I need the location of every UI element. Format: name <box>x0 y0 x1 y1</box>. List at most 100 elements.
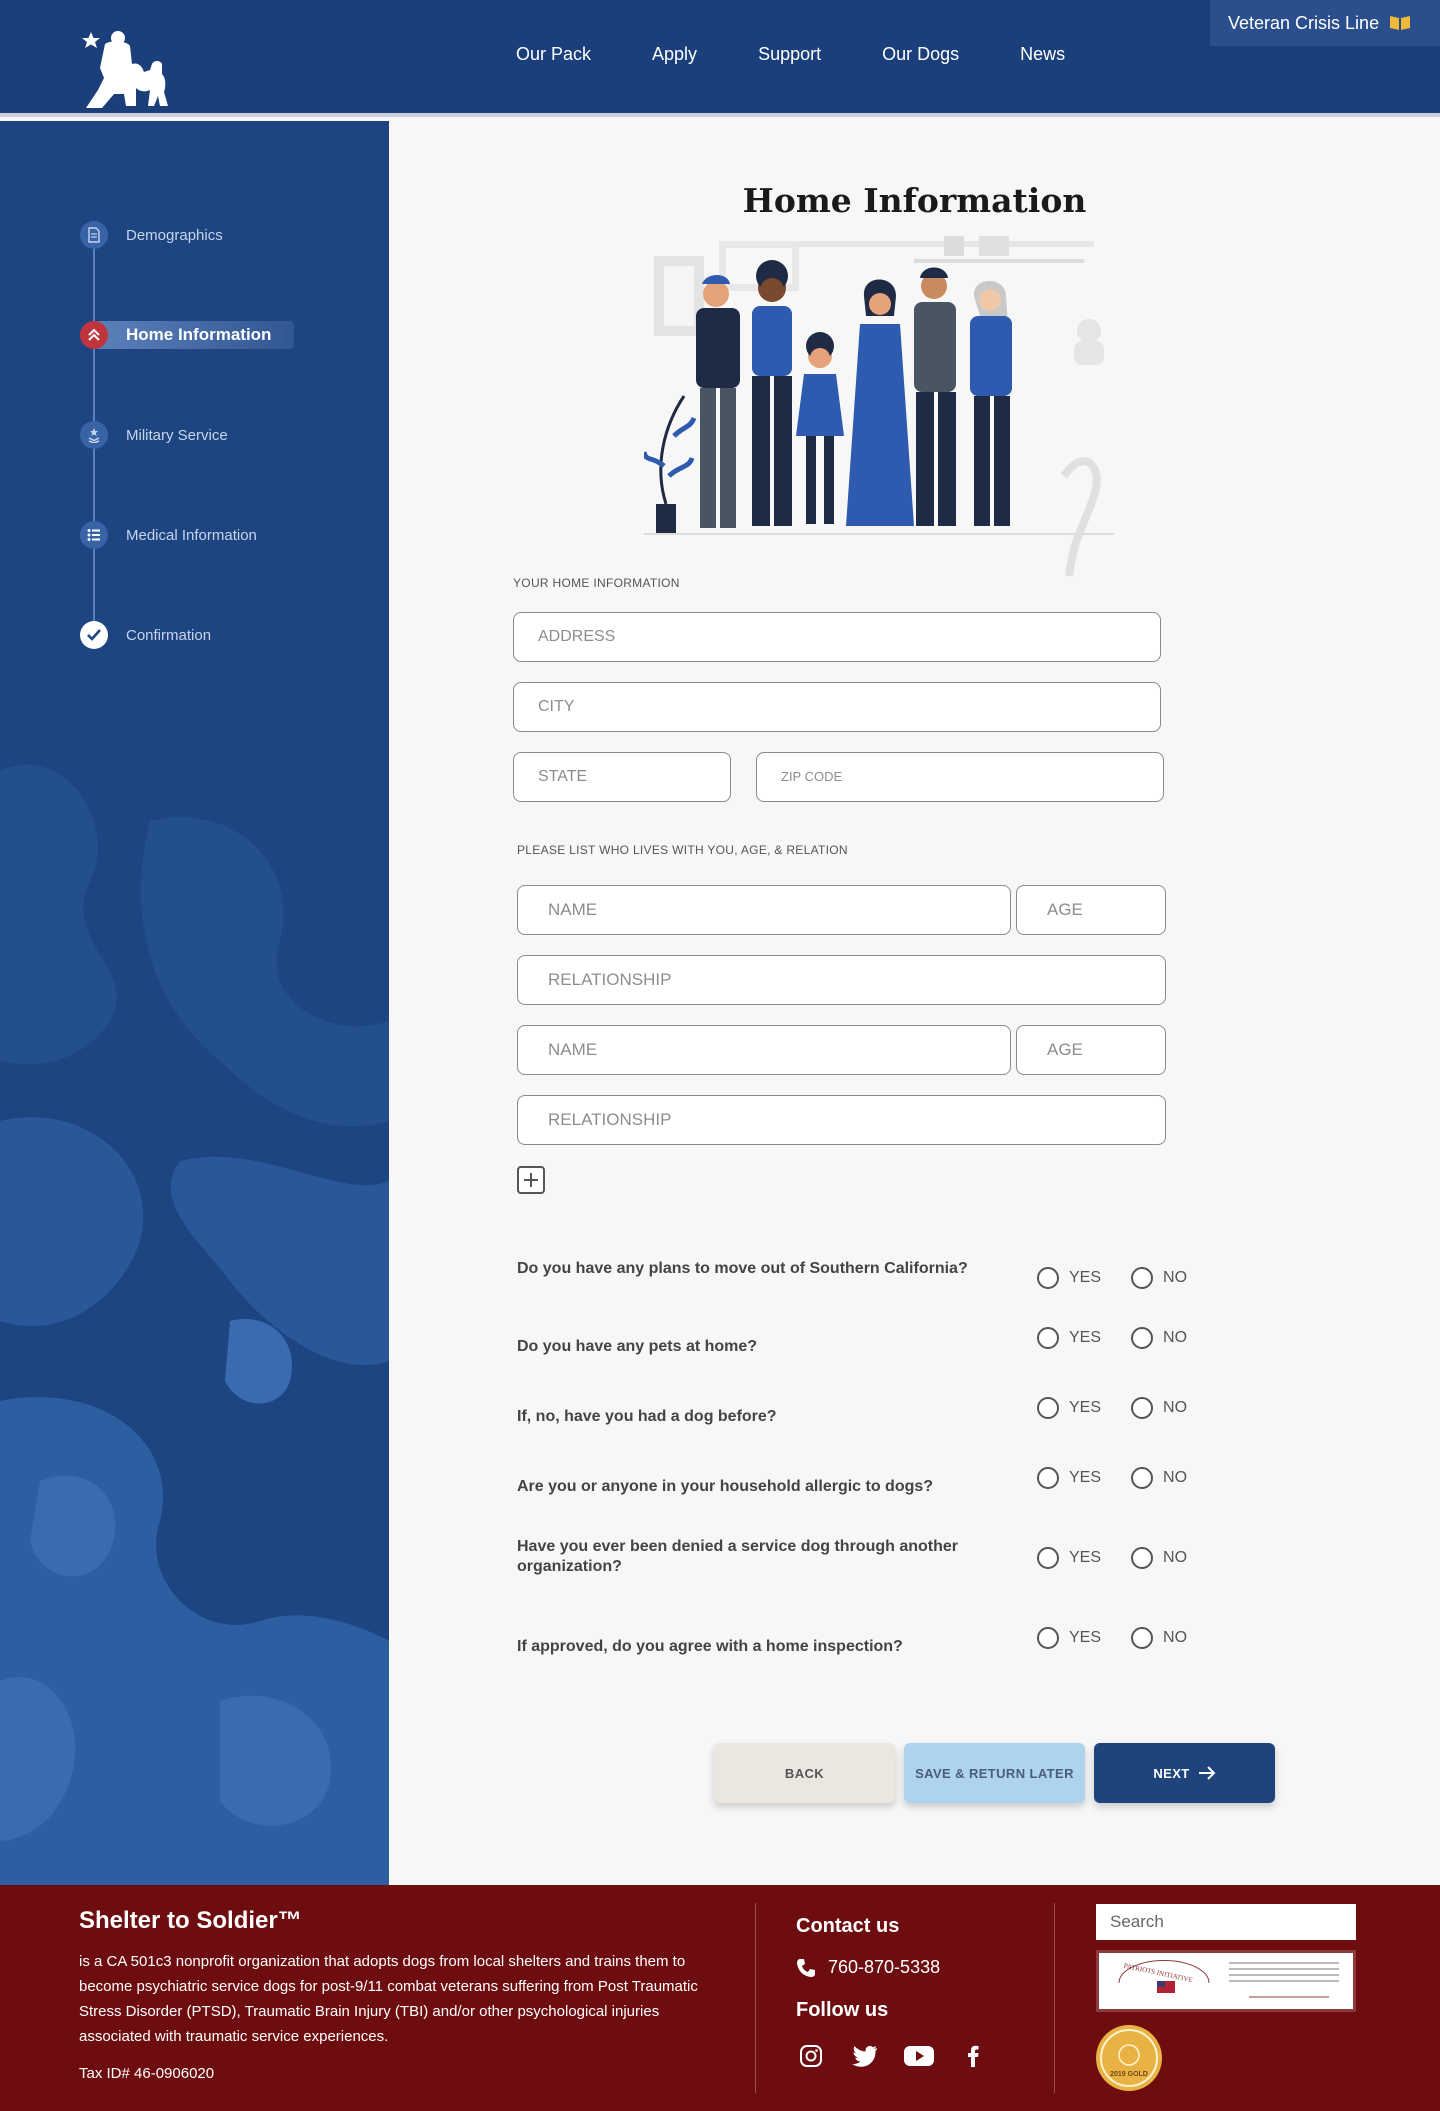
household-age-input-2[interactable] <box>1016 1025 1166 1075</box>
guidestar-seal-icon <box>1100 2029 1158 2087</box>
shelter-to-soldier-logo[interactable] <box>80 30 176 112</box>
radio-circle <box>1131 1467 1154 1489</box>
household-relationship-input-1[interactable] <box>517 955 1166 1005</box>
radio-yes[interactable]: YES <box>1037 1547 1101 1569</box>
footer-search-input[interactable] <box>1096 1904 1356 1940</box>
back-button[interactable]: BACK <box>714 1743 895 1803</box>
main-nav: Our Pack Apply Support Our Dogs News <box>516 44 1126 65</box>
radio-yes[interactable]: YES <box>1037 1397 1101 1419</box>
state-input[interactable] <box>513 752 731 802</box>
patriots-initiative-badge[interactable]: PATRIOTS INITIATIVE <box>1096 1950 1356 2012</box>
radio-no-label: NO <box>1163 1399 1188 1416</box>
veteran-crisis-line-button[interactable]: Veteran Crisis Line <box>1210 0 1440 46</box>
radio-no[interactable]: NO <box>1131 1467 1187 1489</box>
radio-no[interactable]: NO <box>1131 1547 1187 1569</box>
step-confirmation[interactable]: Confirmation <box>80 621 271 649</box>
home-chevron-icon <box>80 321 108 349</box>
org-description: is a CA 501c3 nonprofit organization tha… <box>79 1953 698 2045</box>
document-icon <box>80 221 108 249</box>
nav-our-pack[interactable]: Our Pack <box>516 44 591 65</box>
radio-circle <box>1131 1267 1154 1289</box>
radio-yes-label: YES <box>1069 1399 1102 1416</box>
radio-no[interactable]: NO <box>1131 1397 1187 1419</box>
arrow-right-icon <box>1198 1766 1216 1780</box>
step-home-information[interactable]: Home Information <box>80 321 294 349</box>
nav-apply[interactable]: Apply <box>652 44 697 65</box>
radio-circle <box>1131 1327 1154 1349</box>
step-demographics[interactable]: Demographics <box>80 221 271 249</box>
step-label: Demographics <box>126 226 223 244</box>
add-household-member-button[interactable] <box>517 1166 545 1194</box>
nav-support[interactable]: Support <box>758 44 821 65</box>
radio-no[interactable]: NO <box>1131 1267 1187 1289</box>
radio-circle <box>1131 1547 1154 1569</box>
radio-yes-label: YES <box>1069 1469 1102 1486</box>
radio-circle <box>1037 1467 1059 1489</box>
twitter-icon[interactable] <box>850 2041 880 2071</box>
home-section-label: YOUR HOME INFORMATION <box>513 576 680 590</box>
household-age-input-1[interactable] <box>1016 885 1166 935</box>
radio-circle <box>1037 1267 1059 1289</box>
household-relationship-input-2[interactable] <box>517 1095 1166 1145</box>
page-title: Home Information <box>742 181 1087 220</box>
instagram-icon[interactable] <box>796 2041 826 2071</box>
radio-yes[interactable]: YES <box>1037 1467 1101 1489</box>
radio-no-label: NO <box>1163 1269 1188 1286</box>
radio-no-label: NO <box>1163 1329 1188 1346</box>
medal-icon <box>80 421 108 449</box>
radio-circle <box>1037 1397 1059 1419</box>
radio-group-inspection: YES NO <box>1037 1627 1217 1649</box>
footer-divider <box>1054 1903 1055 2093</box>
radio-no[interactable]: NO <box>1131 1627 1187 1649</box>
nav-news[interactable]: News <box>1020 44 1065 65</box>
address-input[interactable] <box>513 612 1161 662</box>
household-section-label: PLEASE LIST WHO LIVES WITH YOU, AGE, & R… <box>517 843 848 857</box>
nav-our-dogs[interactable]: Our Dogs <box>882 44 959 65</box>
radio-no-label: NO <box>1163 1469 1188 1486</box>
radio-yes-label: YES <box>1069 1269 1102 1286</box>
household-name-input-2[interactable] <box>517 1025 1011 1075</box>
follow-heading: Follow us <box>796 1999 889 2021</box>
step-medical-information[interactable]: Medical Information <box>80 521 271 549</box>
book-icon <box>1390 16 1411 30</box>
step-label: Home Information <box>126 325 272 344</box>
zip-code-input[interactable] <box>756 752 1164 802</box>
site-footer: Shelter to Soldier™ is a CA 501c3 nonpro… <box>0 1885 1440 2111</box>
radio-yes-label: YES <box>1069 1549 1102 1566</box>
step-label: Medical Information <box>126 526 257 544</box>
radio-yes[interactable]: YES <box>1037 1267 1101 1289</box>
phone-icon <box>797 1958 815 1977</box>
social-links <box>796 2041 988 2071</box>
crisis-line-label: Veteran Crisis Line <box>1228 12 1380 33</box>
question-dog-before: If, no, have you had a dog before? <box>517 1408 777 1425</box>
radio-no[interactable]: NO <box>1131 1327 1187 1349</box>
city-input[interactable] <box>513 682 1161 732</box>
youtube-icon[interactable] <box>904 2041 934 2071</box>
question-inspection: If approved, do you agree with a home in… <box>517 1638 903 1655</box>
list-icon <box>80 521 108 549</box>
radio-yes[interactable]: YES <box>1037 1627 1101 1649</box>
step-military-service[interactable]: Military Service <box>80 421 271 449</box>
footer-divider <box>755 1903 756 2093</box>
radio-group-dog-before: YES NO <box>1037 1397 1217 1419</box>
site-header: Our Pack Apply Support Our Dogs News Vet… <box>0 0 1440 117</box>
guidestar-seal-badge[interactable]: 2019 GOLD <box>1096 2025 1162 2091</box>
next-button[interactable]: NEXT <box>1094 1743 1275 1803</box>
question-pets: Do you have any pets at home? <box>517 1338 758 1355</box>
main-content: Home Information YOUR HOME INFORMATION A… <box>389 121 1440 1885</box>
radio-group-denied: YES NO <box>1037 1547 1217 1569</box>
radio-circle <box>1037 1327 1059 1349</box>
radio-circle <box>1131 1627 1154 1649</box>
patriots-initiative-seal-icon <box>1118 1960 1339 1998</box>
step-label: Military Service <box>126 426 228 444</box>
facebook-icon[interactable] <box>958 2041 988 2071</box>
phone-link[interactable]: 760-870-5338 <box>796 1957 940 1978</box>
radio-yes[interactable]: YES <box>1037 1327 1101 1349</box>
radio-yes-label: YES <box>1069 1329 1102 1346</box>
household-name-input-1[interactable] <box>517 885 1011 935</box>
question-allergic: Are you or anyone in your household alle… <box>517 1478 934 1495</box>
question-move: Do you have any plans to move out of Sou… <box>517 1260 968 1277</box>
save-return-later-button[interactable]: SAVE & RETURN LATER <box>904 1743 1085 1803</box>
step-label: Confirmation <box>126 626 212 644</box>
radio-group-pets: YES NO <box>1037 1327 1217 1349</box>
